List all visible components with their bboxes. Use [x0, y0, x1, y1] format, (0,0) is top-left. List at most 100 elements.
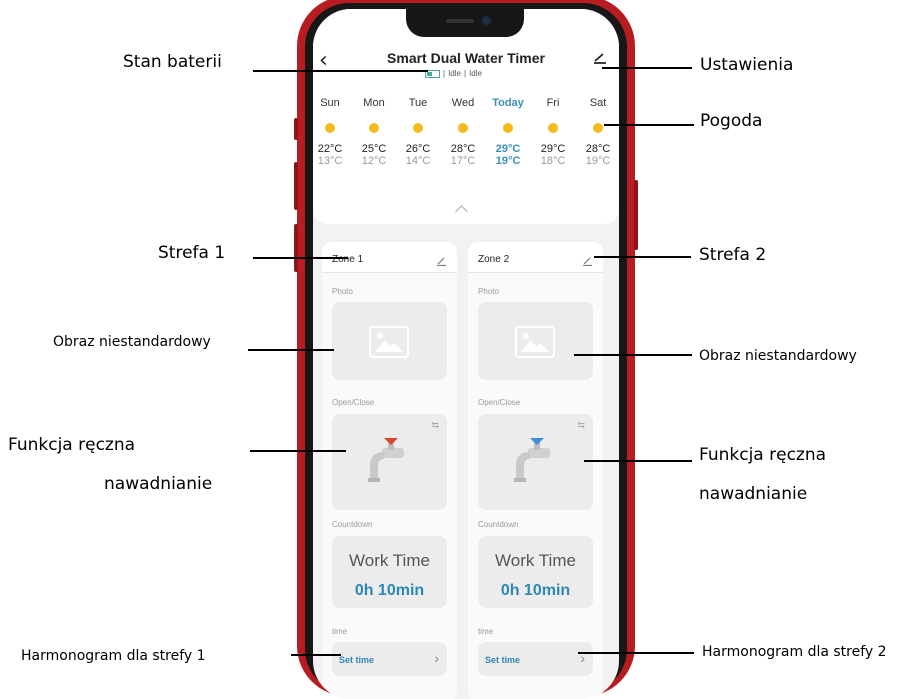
photo-box[interactable]: [332, 302, 447, 380]
temp-high: 29°C: [540, 143, 566, 155]
temp-high: 28°C: [585, 143, 611, 155]
status-separator: |: [463, 69, 467, 78]
day-name: Wed: [451, 97, 475, 109]
annotation-custom-image-right: Obraz niestandardowy: [699, 348, 857, 364]
chevron-right-icon: ›: [434, 650, 439, 666]
weather-day: Mon 25°C 12°C: [352, 97, 396, 167]
chevron-up-icon[interactable]: [455, 205, 468, 218]
volume-down-button: [294, 224, 298, 272]
work-time-value: 0h 10min: [354, 582, 425, 599]
callout-line-zone1: [253, 257, 348, 259]
time-label: time: [332, 627, 348, 636]
sun-icon: [589, 119, 607, 137]
sun-icon: [454, 119, 472, 137]
work-time-label: Work Time: [349, 551, 430, 570]
sun-icon: [409, 119, 427, 137]
faucet-icon: [514, 438, 550, 482]
temp-high: 29°C: [495, 143, 521, 155]
annotation-manual-right-1: Funkcja ręczna: [699, 445, 827, 465]
pencil-icon[interactable]: [582, 253, 593, 271]
sun-icon: [365, 119, 383, 137]
zone-name: Zone 1: [332, 254, 364, 265]
annotation-schedule-left: Harmonogram dla strefy 1: [21, 648, 206, 664]
image-placeholder-icon: [369, 326, 409, 358]
time-label: time: [478, 627, 494, 636]
side-button: [294, 118, 298, 140]
countdown-label: Countdown: [478, 520, 519, 529]
page-title: Smart Dual Water Timer: [387, 50, 545, 66]
annotation-manual-right-2: nawadnianie: [699, 484, 808, 504]
callout-line-schedule-right: [578, 652, 694, 654]
temp-low: 13°C: [317, 155, 343, 167]
weather-day: Sat 28°C 19°C: [576, 97, 619, 167]
callout-line-zone2: [594, 256, 691, 258]
zone1-status: Idle: [448, 69, 461, 78]
temp-low: 19°C: [585, 155, 611, 167]
annotation-battery: Stan baterii: [123, 52, 222, 72]
swap-icon[interactable]: ⇆: [577, 420, 585, 431]
valve-toggle[interactable]: ⇆: [332, 414, 447, 510]
phone-notch: [406, 9, 524, 37]
temp-low: 18°C: [540, 155, 566, 167]
day-name: Mon: [363, 97, 385, 109]
open-close-label: Open/Close: [332, 398, 375, 407]
temp-high: 22°C: [317, 143, 343, 155]
weather-forecast: Sun 22°C 13°C Mon 25°C 12°C Tue 26°C 14°…: [313, 97, 619, 197]
status-separator: |: [443, 69, 446, 78]
power-button: [634, 180, 638, 250]
weather-day: Sun 22°C 13°C: [313, 97, 352, 167]
work-time-label: Work Time: [495, 551, 576, 570]
callout-line-battery: [253, 70, 428, 72]
photo-box[interactable]: [478, 302, 593, 380]
photo-label: Photo: [332, 287, 353, 296]
weather-day: Tue 26°C 14°C: [396, 97, 440, 167]
day-name: Tue: [408, 97, 428, 109]
set-time-button[interactable]: Set time ›: [332, 642, 447, 676]
weather-day-today: Today 29°C 19°C: [486, 97, 530, 167]
callout-line-schedule-left: [291, 654, 341, 656]
countdown-box[interactable]: Work Time 0h 10min: [478, 536, 593, 608]
zone-card-1: Zone 1 Photo Open/Close ⇆ Countdown Work…: [322, 242, 457, 699]
temp-low: 12°C: [361, 155, 387, 167]
countdown-label: Countdown: [332, 520, 373, 529]
temp-high: 28°C: [450, 143, 476, 155]
sun-icon: [321, 119, 339, 137]
zone2-status: Idle: [469, 69, 482, 78]
volume-up-button: [294, 162, 298, 210]
annotation-manual-left-1: Funkcja ręczna: [8, 435, 136, 455]
weather-day: Wed 28°C 17°C: [441, 97, 485, 167]
pencil-icon[interactable]: [436, 253, 447, 271]
swap-icon[interactable]: ⇆: [431, 420, 439, 431]
annotation-manual-left-2: nawadnianie: [104, 474, 213, 494]
callout-line-manual-right: [584, 460, 692, 462]
day-name: Sun: [320, 97, 340, 109]
photo-label: Photo: [478, 287, 499, 296]
device-status: | Idle | Idle: [425, 69, 482, 78]
callout-line-weather: [604, 124, 694, 126]
annotation-schedule-right: Harmonogram dla strefy 2: [702, 644, 887, 660]
open-close-label: Open/Close: [478, 398, 521, 407]
annotation-weather: Pogoda: [700, 111, 763, 131]
day-name: Sat: [589, 97, 607, 109]
annotation-zone1: Strefa 1: [158, 243, 226, 263]
temp-high: 25°C: [361, 143, 387, 155]
work-time-value: 0h 10min: [500, 582, 571, 599]
callout-line-manual-left: [250, 450, 346, 452]
valve-toggle[interactable]: ⇆: [478, 414, 593, 510]
set-time-label: Set time: [339, 655, 375, 665]
temp-low: 17°C: [450, 155, 476, 167]
faucet-icon: [368, 438, 404, 482]
set-time-label: Set time: [485, 655, 521, 665]
countdown-box[interactable]: Work Time 0h 10min: [332, 536, 447, 608]
annotation-settings: Ustawienia: [700, 55, 794, 75]
sun-icon: [499, 119, 517, 137]
day-name: Today: [492, 97, 524, 109]
set-time-button[interactable]: Set time ›: [478, 642, 593, 676]
day-name: Fri: [546, 97, 560, 109]
header-card: ‹ Smart Dual Water Timer | Idle | Idle S…: [313, 9, 619, 224]
zone-header: Zone 2: [468, 242, 603, 273]
annotation-custom-image-left: Obraz niestandardowy: [53, 334, 211, 350]
callout-line-custom-image-right: [574, 354, 692, 356]
temp-low: 19°C: [495, 155, 521, 167]
sun-icon: [544, 119, 562, 137]
